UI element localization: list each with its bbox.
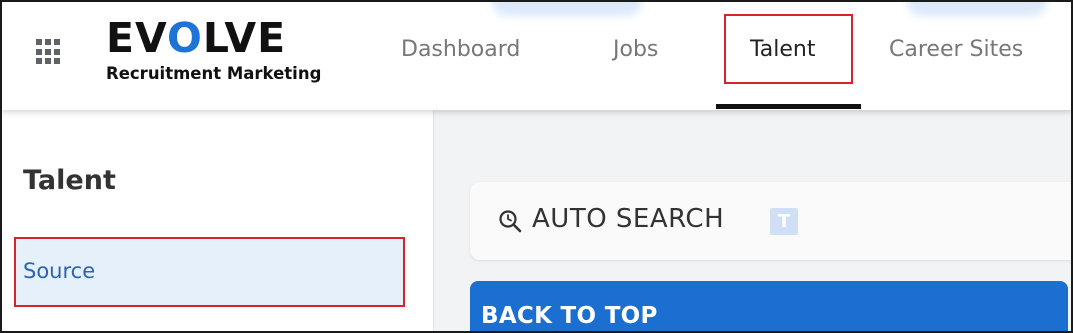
back-to-top-label: BACK TO TOP bbox=[481, 303, 658, 329]
nav-jobs[interactable]: Jobs bbox=[613, 37, 658, 62]
nav-dashboard[interactable]: Dashboard bbox=[401, 37, 520, 62]
logo-wordmark: EVOLVE bbox=[106, 14, 287, 62]
grid-apps-icon[interactable] bbox=[36, 39, 62, 65]
source-item-highlight bbox=[14, 237, 405, 307]
auto-search-card[interactable]: AUTO SEARCH T bbox=[470, 182, 1071, 260]
decorative-glow bbox=[907, 2, 1047, 16]
decorative-glow bbox=[492, 2, 642, 16]
app-window: EVOLVE Recruitment Marketing Dashboard J… bbox=[0, 0, 1073, 333]
active-tab-indicator bbox=[716, 104, 861, 109]
sidebar: Talent Source bbox=[2, 110, 434, 331]
search-icon bbox=[499, 210, 522, 233]
talent-tab-highlight bbox=[724, 14, 853, 84]
logo-subtitle: Recruitment Marketing bbox=[106, 64, 322, 83]
evolve-logo[interactable]: EVOLVE Recruitment Marketing bbox=[106, 16, 346, 90]
back-to-top-button[interactable]: BACK TO TOP bbox=[470, 281, 1068, 331]
top-header: EVOLVE Recruitment Marketing Dashboard J… bbox=[2, 2, 1071, 110]
sidebar-title: Talent bbox=[23, 165, 116, 196]
nav-career-sites[interactable]: Career Sites bbox=[889, 37, 1023, 62]
t-badge: T bbox=[770, 208, 798, 235]
auto-search-label: AUTO SEARCH bbox=[532, 204, 725, 234]
main-content: AUTO SEARCH T BACK TO TOP bbox=[434, 110, 1071, 331]
